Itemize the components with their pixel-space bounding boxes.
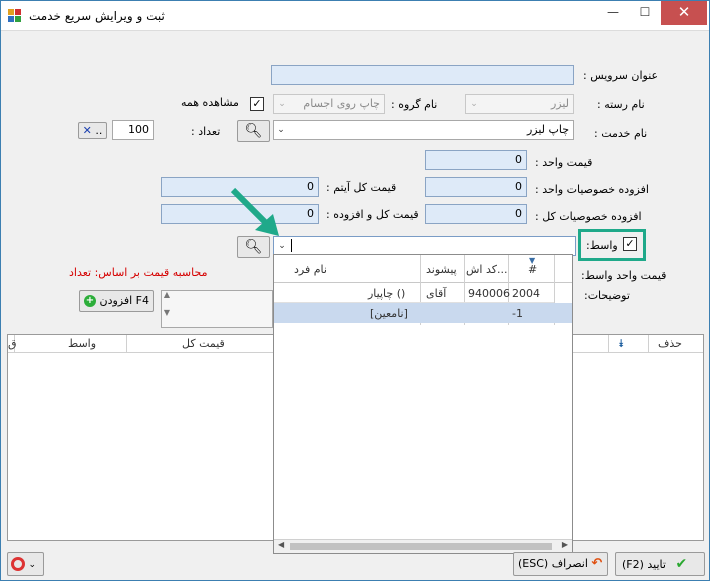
service-title-input[interactable] <box>271 65 574 85</box>
app-icon <box>8 9 22 23</box>
text-cursor <box>291 239 292 252</box>
scroll-thumb[interactable] <box>290 543 552 550</box>
clear-count-button[interactable]: ✕ .. <box>78 122 107 139</box>
sort-icon[interactable]: ⯯ <box>618 337 625 351</box>
col-truncated[interactable]: ق <box>8 337 17 350</box>
popup-header: ▼ # كد اش... پيشوند نام فرد <box>274 255 572 283</box>
title-bar: ثبت و ویرایش سریع خدمت — ☐ ✕ <box>1 1 709 31</box>
add-button-label: افزودن F4 <box>99 294 149 307</box>
show-all-checkbox[interactable]: ✓ <box>250 97 264 111</box>
close-button[interactable]: ✕ <box>661 1 707 25</box>
total-extra-input[interactable]: 0 <box>425 204 527 224</box>
item-total-label: قيمت كل آيتم : <box>326 181 397 194</box>
agent-checkbox[interactable]: ✓ <box>623 237 637 251</box>
category-label: نام رسته : <box>597 98 645 111</box>
calc-note: محاسبه قيمت بر اساس: تعداد <box>69 266 208 279</box>
clear-count-dots: .. <box>95 124 103 137</box>
chevron-down-icon: ⌄ <box>470 99 478 109</box>
count-input[interactable]: 100 <box>112 120 154 140</box>
service-name-value: چاپ ليزر <box>526 123 569 136</box>
scroll-right-icon[interactable]: ▶ <box>562 540 568 549</box>
maximize-button[interactable]: ☐ <box>629 1 661 25</box>
unit-extra-input[interactable]: 0 <box>425 177 527 197</box>
group-label: نام گروه : <box>391 98 438 111</box>
row-name: [نامعين] <box>370 307 408 320</box>
row-prefix: آقای <box>426 287 447 300</box>
arrow-annotation-icon <box>230 187 279 236</box>
chevron-down-icon: ⌄ <box>277 125 285 135</box>
group-select[interactable]: چاپ روی اجسام <box>273 94 385 114</box>
description-input[interactable] <box>161 290 273 328</box>
service-title-label: عنوان سرويس : <box>583 69 659 82</box>
description-scrollbar[interactable]: ▲ ▼ <box>161 290 173 328</box>
window-title: ثبت و ویرایش سریع خدمت <box>29 9 165 23</box>
col-total-price[interactable]: قيمت كل <box>182 337 225 350</box>
lifebuoy-icon <box>11 557 25 571</box>
add-button[interactable]: + افزودن F4 <box>79 290 154 312</box>
chevron-down-icon: ⌄ <box>28 560 37 570</box>
quick-service-window: ثبت و ویرایش سریع خدمت — ☐ ✕ عنوان سرويس… <box>0 0 710 581</box>
list-item[interactable]: -1 [نامعين] <box>274 303 572 323</box>
popup-col-name[interactable]: نام فرد <box>294 263 327 276</box>
popup-horizontal-scrollbar[interactable]: ◀ ▶ <box>274 539 572 553</box>
add-icon: + <box>83 295 96 307</box>
unit-extra-label: افزوده خصوصيات واحد : <box>535 183 649 196</box>
confirm-label: (F2) تاييد <box>622 558 666 571</box>
help-dropdown-button[interactable]: ⌄ <box>7 552 44 576</box>
undo-arrow-icon: ↶ <box>591 556 603 571</box>
close-icon: ✕ <box>82 124 92 137</box>
unit-price-label: قيمت واحد : <box>535 156 593 169</box>
chevron-down-icon: ⌄ <box>278 99 286 109</box>
category-value: ليزر <box>550 97 569 110</box>
total-plus-label: قيمت كل و افزوده : <box>326 208 419 221</box>
popup-col-code[interactable]: كد اش... <box>466 263 508 276</box>
list-item[interactable]: 2004 940006 آقای چاپيار () <box>274 283 554 303</box>
agent-unit-price-label: قيمت واحد واسط: <box>581 269 667 282</box>
agent-input[interactable] <box>273 236 576 256</box>
description-label: توضيحات: <box>584 289 630 302</box>
cancel-label: (ESC) انصراف <box>518 557 588 570</box>
row-num: 2004 <box>512 287 540 300</box>
row-num: -1 <box>512 307 523 320</box>
unit-price-input[interactable]: 0 <box>425 150 527 170</box>
total-extra-label: افزوده خصوصيات كل : <box>535 210 642 223</box>
category-select[interactable]: ليزر <box>465 94 574 114</box>
popup-col-prefix[interactable]: پيشوند <box>426 263 457 276</box>
col-delete[interactable]: حذف <box>658 337 682 350</box>
count-label: تعداد : <box>191 125 221 138</box>
agent-dropdown-popup[interactable]: ▼ # كد اش... پيشوند نام فرد 2004 940006 … <box>273 254 573 554</box>
scroll-left-icon[interactable]: ◀ <box>278 540 284 549</box>
popup-col-num[interactable]: # <box>528 263 537 276</box>
row-name: چاپيار () <box>368 287 406 300</box>
magnifier-icon: 🔍︎ <box>244 123 263 139</box>
group-value: چاپ روی اجسام <box>303 97 380 110</box>
cancel-button[interactable]: (ESC) انصراف ↶ <box>513 552 608 576</box>
minimize-button[interactable]: — <box>597 1 629 25</box>
show-all-label: مشاهده همه <box>181 96 239 109</box>
col-agent[interactable]: واسط <box>68 337 96 350</box>
checkmark-icon: ✔ <box>675 556 688 572</box>
service-name-label: نام خدمت : <box>594 127 648 140</box>
service-search-button[interactable]: 🔍︎ <box>237 120 270 142</box>
row-code: 940006 <box>468 287 510 300</box>
agent-label: واسط: <box>586 239 618 252</box>
confirm-button[interactable]: (F2) تاييد ✔ <box>615 552 705 576</box>
service-name-select[interactable]: چاپ ليزر <box>273 120 574 140</box>
